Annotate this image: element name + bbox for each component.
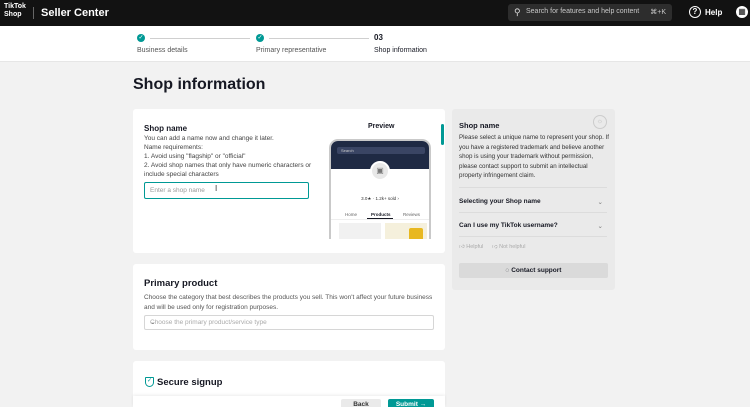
help-title: Shop name xyxy=(459,121,500,130)
shop-name-placeholder: Enter a shop name xyxy=(150,187,205,194)
chevron-down-icon: ⌄ xyxy=(597,223,603,230)
preview-product-thumb xyxy=(339,223,381,239)
faq-label: Selecting your Shop name xyxy=(459,198,541,205)
help-description: Please select a unique name to represent… xyxy=(459,134,609,179)
secure-signup-title: Secure signup xyxy=(157,377,223,388)
step-primary-representative: ✓ Primary representative xyxy=(256,34,326,54)
checkmark-icon: ✓ xyxy=(256,34,264,42)
step-number: 03 xyxy=(374,33,383,42)
shop-name-description: You can add a name now and change it lat… xyxy=(144,134,314,179)
lightbulb-icon: ☼ xyxy=(593,115,607,129)
chat-icon: ◌ xyxy=(505,267,510,274)
page-title: Shop information xyxy=(133,76,266,93)
chevron-down-icon: ⌄ xyxy=(150,319,156,326)
back-button[interactable]: Back xyxy=(341,399,381,407)
progress-stepper: ✓ Business details ✓ Primary representat… xyxy=(0,26,750,62)
logo-line2: Shop xyxy=(4,11,22,18)
search-placeholder: Search for features and help content xyxy=(526,8,640,15)
step-shop-information: 03 Shop information xyxy=(374,33,427,55)
preview-tab-products: Products xyxy=(371,212,391,217)
step-connector xyxy=(150,38,250,39)
contact-support-label: Contact support xyxy=(511,267,562,274)
tiktok-shop-logo[interactable]: TikTok Shop xyxy=(4,3,26,19)
not-helpful-label: Not helpful xyxy=(499,244,526,250)
faq-tiktok-username[interactable]: Can I use my TikTok username? ⌄ xyxy=(459,222,607,230)
preview-search-bar: Search xyxy=(337,147,425,154)
preview-stats: 3.0★ · 1.2k+ sold › xyxy=(361,196,399,201)
primary-product-select[interactable]: Choose the primary product/service type … xyxy=(144,315,434,330)
step-connector xyxy=(269,38,369,39)
page-scrollbar-thumb[interactable] xyxy=(441,124,444,145)
top-bar: TikTok Shop Seller Center ⚲ Search for f… xyxy=(0,0,750,26)
shop-name-input[interactable]: Enter a shop name xyxy=(144,182,309,199)
step-label: Shop information xyxy=(374,47,427,54)
shop-avatar-image-icon: ▣ xyxy=(370,161,390,181)
help-link[interactable]: Help xyxy=(705,8,722,17)
primary-product-title: Primary product xyxy=(144,278,218,289)
form-footer: Back Submit → xyxy=(133,396,445,407)
brand-title: Seller Center xyxy=(41,7,109,19)
search-icon: ⚲ xyxy=(514,7,521,17)
help-icon[interactable]: ? xyxy=(689,6,701,18)
global-search[interactable]: ⚲ Search for features and help content ⌘… xyxy=(508,4,672,21)
app-menu-icon[interactable]: ▦ xyxy=(736,6,748,18)
logo-line1: TikTok xyxy=(4,3,26,10)
step-business-details: ✓ Business details xyxy=(137,34,188,54)
step-label: Primary representative xyxy=(256,47,327,54)
preview-tab-underline xyxy=(367,218,393,219)
shield-icon: ✓ xyxy=(145,377,154,387)
submit-button[interactable]: Submit → xyxy=(388,399,434,407)
desc-line: 2. Avoid shop names that only have numer… xyxy=(144,162,312,178)
brand-divider xyxy=(33,7,34,19)
contact-support-button[interactable]: ◌ Contact support xyxy=(459,263,608,278)
helpful-label: Helpful xyxy=(466,244,484,250)
desc-line: You can add a name now and change it lat… xyxy=(144,135,274,142)
preview-tab-home: Home xyxy=(345,212,358,217)
helpful-button[interactable]: 👍︎ Helpful xyxy=(459,244,483,250)
thumbs-down-icon: 👎︎ xyxy=(492,244,498,250)
divider xyxy=(459,212,607,213)
chevron-down-icon: ⌄ xyxy=(597,199,603,206)
preview-product-thumb xyxy=(385,223,427,239)
text-cursor-icon: I xyxy=(215,184,218,193)
faq-selecting-shop-name[interactable]: Selecting your Shop name ⌄ xyxy=(459,198,607,206)
faq-label: Can I use my TikTok username? xyxy=(459,222,558,229)
divider xyxy=(459,236,607,237)
divider xyxy=(459,187,607,188)
primary-product-card: Primary product Choose the category that… xyxy=(133,264,445,350)
preview-label: Preview xyxy=(368,123,395,130)
desc-line: 1. Avoid using "flagship" or "official" xyxy=(144,153,246,160)
step-label: Business details xyxy=(137,47,188,54)
preview-tab-reviews: Reviews xyxy=(403,212,421,217)
help-panel: ☼ Shop name Please select a unique name … xyxy=(452,109,615,290)
not-helpful-button[interactable]: 👎︎ Not helpful xyxy=(492,244,525,250)
preview-search-text: Search xyxy=(341,148,354,153)
thumbs-up-icon: 👍︎ xyxy=(459,244,465,250)
shop-name-title: Shop name xyxy=(144,124,188,133)
shop-name-card: Shop name You can add a name now and cha… xyxy=(133,109,445,253)
checkmark-icon: ✓ xyxy=(137,34,145,42)
shop-preview-phone: Search ▣ 3.0★ · 1.2k+ sold › Home Produc… xyxy=(329,139,431,239)
desc-line: Name requirements: xyxy=(144,144,203,151)
primary-product-description: Choose the category that best describes … xyxy=(144,294,433,311)
search-shortcut: ⌘+K xyxy=(650,9,666,16)
